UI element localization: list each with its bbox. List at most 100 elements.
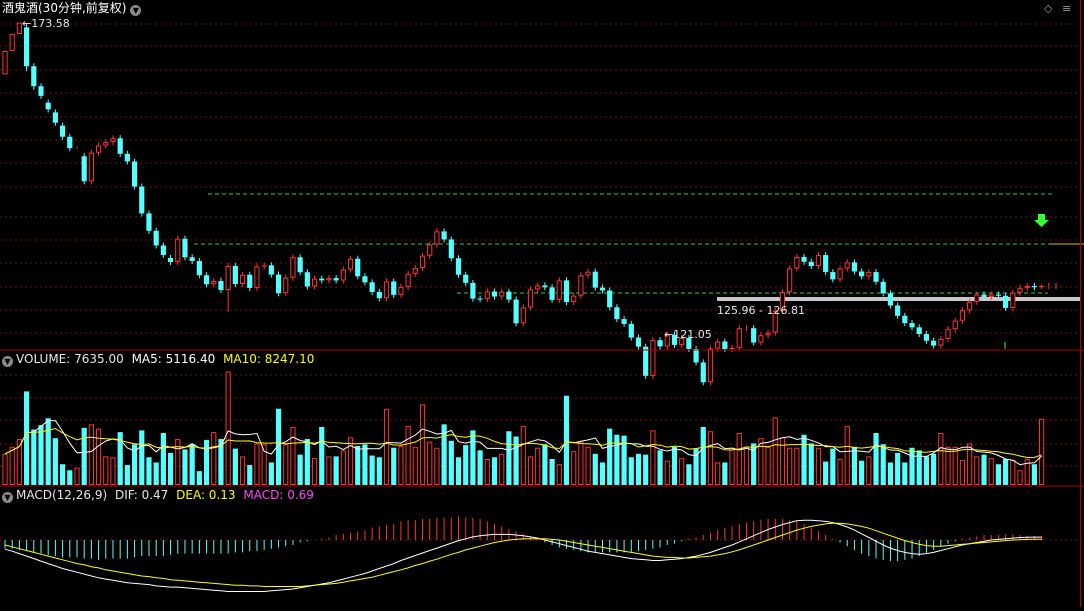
volume-bar [298,455,303,485]
candle-body [975,295,979,301]
volume-bar [53,438,58,485]
candle-body [514,300,519,324]
candle-body [53,112,58,122]
volume-bar [204,440,209,485]
volume-bar [536,448,540,484]
candle-body [3,51,7,73]
volume-bar [852,447,857,485]
volume-bar [348,438,352,485]
candle-body [830,272,835,279]
volume-bar [269,462,274,485]
dea-value: DEA: 0.13 [176,488,235,502]
candle-body [989,295,993,296]
candle-body [946,330,950,339]
candle-body [456,258,461,275]
low-price-label: ←121.05 [664,328,712,342]
volume-bar [111,458,115,485]
candle-body [276,275,281,294]
guide-lines [194,194,1084,301]
volume-bar [651,431,655,485]
volume-bar [528,457,532,485]
candle-body [586,272,590,275]
volume-bar [909,448,914,485]
volume-bar [370,456,375,485]
candle-body [240,275,244,283]
diamond-icon[interactable]: ◇ [1044,2,1052,15]
candle-body [643,347,648,376]
volume-bar [586,447,590,484]
volume-bar [744,447,748,484]
candle-body [212,282,216,284]
candle-body [154,231,159,246]
candle-body [564,280,569,302]
chevron-down-icon[interactable]: ▼ [2,492,13,503]
candle-body [291,258,295,277]
candle-body [420,256,424,267]
volume-bar [82,428,87,485]
menu-lines-icon[interactable]: ≡ [1062,2,1071,15]
candle-body [521,308,525,323]
candle-body [391,282,396,295]
volume-bar [981,455,986,485]
volume-bar [327,457,331,485]
candle-body [579,276,583,295]
candle-body [334,278,339,280]
volume-bar [521,427,525,485]
candle-body [1025,287,1029,288]
candle-body [867,273,871,276]
volume-bar [931,454,936,485]
candle-body [312,279,316,286]
candle-body [233,266,238,284]
corner-controls[interactable]: ◇ ≡ [1044,2,1071,16]
chevron-down-icon[interactable]: ▼ [130,5,141,16]
candle-body [572,296,576,301]
candle-body [146,213,151,230]
volume-bar [60,464,65,485]
candle-body [737,329,741,347]
panel-frames [0,0,1084,607]
candle-body [197,261,202,275]
volume-legend[interactable]: ▼VOLUME: 7635.00 MA5: 5116.40 MA10: 8247… [2,352,314,367]
volume-bar [24,391,29,485]
chart-title[interactable]: 酒鬼酒(30分钟,前复权) ▼ [2,1,144,16]
volume-bar [463,445,468,485]
volume-bar [46,418,51,485]
volume-bar [557,465,561,485]
volume-bar [391,448,396,485]
candle-body [406,274,410,286]
chevron-down-icon[interactable]: ▼ [2,356,13,367]
candle-body [226,266,230,289]
volume-bar [89,425,93,485]
volume-bar [867,457,871,485]
macd-legend[interactable]: ▼MACD(12,26,9) DIF: 0.47 DEA: 0.13 MACD:… [2,488,314,503]
candle-body [319,279,324,281]
volume-bar [384,409,388,484]
candle-body [284,278,288,293]
volume-bar [478,450,483,485]
volume-bar [341,451,345,485]
candle-body [708,349,712,382]
candle-body [859,271,864,276]
candle-body [823,255,828,272]
high-price-label: ←173.58 [22,17,70,31]
candle-body [1018,288,1022,292]
candle-body [614,307,619,319]
candle-body [693,349,698,362]
candle-body [104,143,108,145]
volume-bar [255,444,259,485]
candle-body [161,245,166,255]
volume-bar [312,459,316,485]
volume-bar [788,448,792,484]
volume-bar [470,430,475,485]
volume-bar [960,460,964,484]
volume-bar [319,427,324,485]
candle-body [442,231,447,239]
candle-body [218,281,223,290]
candle-body [981,295,986,297]
volume-bar [449,441,454,485]
volume-bar [233,449,238,485]
candle-body [111,139,115,142]
volume-bar [514,436,519,485]
volume-bar [182,449,187,485]
volume-bar [197,471,202,485]
